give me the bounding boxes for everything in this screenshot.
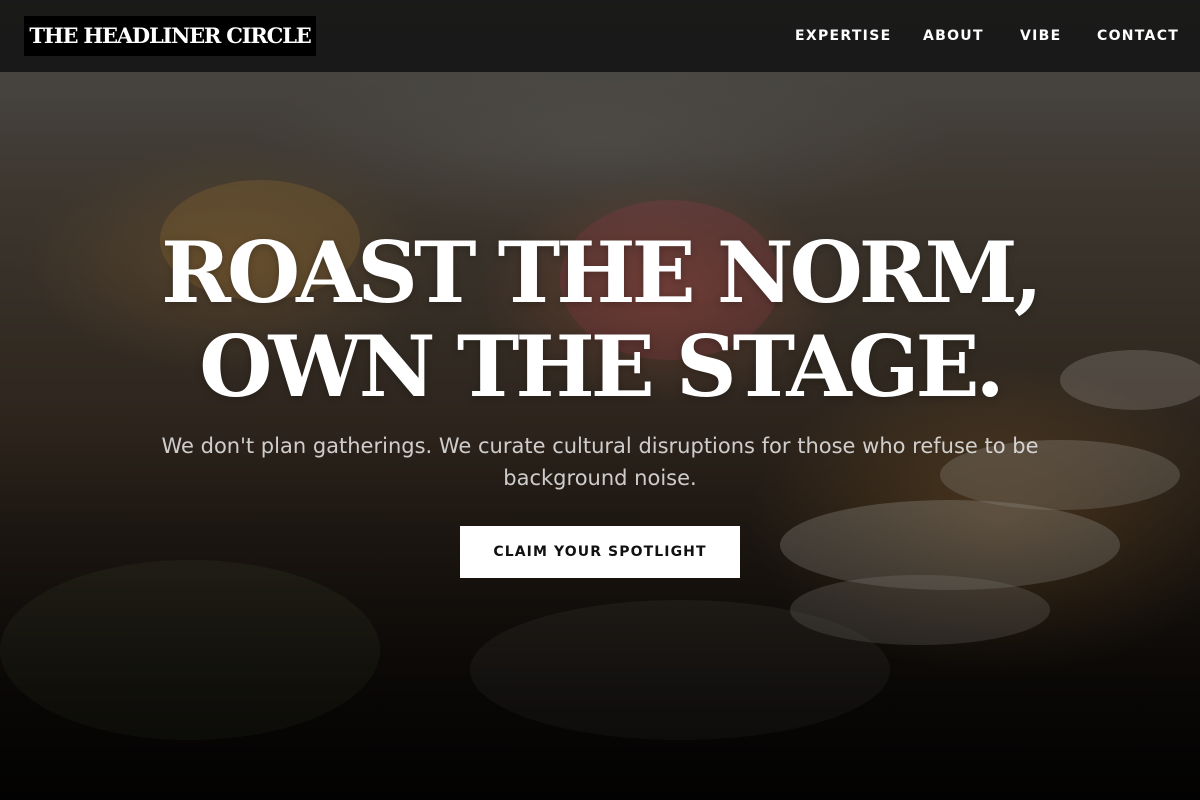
hero-headline: ROAST THE NORM, OWN THE STAGE. (0, 226, 1200, 414)
nav-link-expertise[interactable]: EXPERTISE (795, 26, 891, 46)
brand-logo[interactable]: THE HEADLINER CIRCLE (24, 16, 316, 56)
hero-headline-line-1: ROAST THE NORM, (161, 223, 1043, 322)
nav-link-contact[interactable]: CONTACT (1097, 26, 1179, 46)
hero-headline-line-2: OWN THE STAGE. (199, 317, 1004, 416)
claim-spotlight-button[interactable]: CLAIM YOUR SPOTLIGHT (460, 526, 740, 578)
nav-link-about[interactable]: ABOUT (923, 26, 984, 46)
nav-link-vibe[interactable]: VIBE (1020, 26, 1061, 46)
hero-subtitle: We don't plan gatherings. We curate cult… (161, 434, 1039, 490)
top-navbar: THE HEADLINER CIRCLE EXPERTISE ABOUT VIB… (0, 0, 1200, 72)
